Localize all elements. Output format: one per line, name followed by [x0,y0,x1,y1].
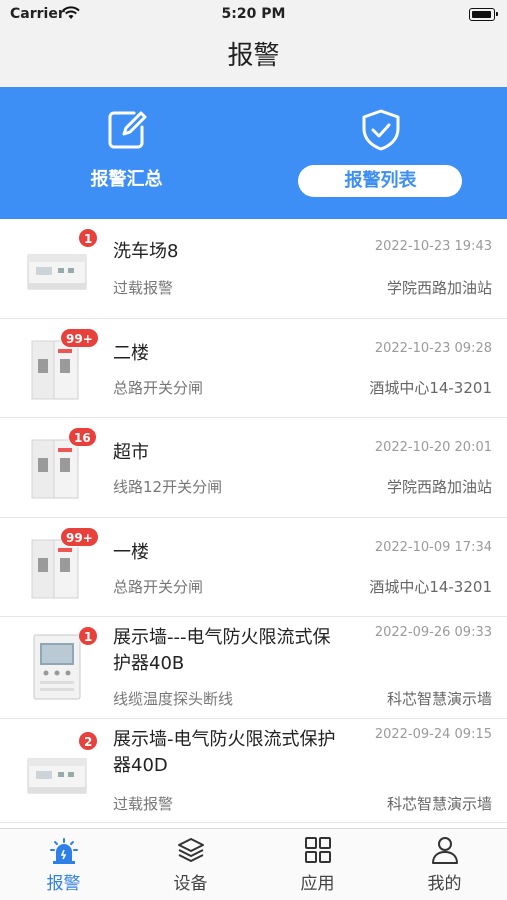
electric-meter-icon [27,758,87,794]
tab-profile-label: 我的 [427,874,462,894]
alarm-time: 2022-10-20 20:01 [374,440,492,455]
alarm-count-badge: 16 [68,427,97,447]
alarm-time: 2022-09-24 09:15 [374,727,492,742]
page-title: 报警 [227,41,280,71]
tab-device[interactable]: 设备 [127,829,254,900]
alarm-row[interactable]: 2 展示墙-电气防火限流式保护器40D 2022-09-24 09:15 过载报… [0,719,507,823]
grid-icon [304,837,331,863]
alarm-time: 2022-10-09 17:34 [374,540,492,555]
alarm-type: 总路开关分闸 [113,578,204,596]
alarm-device-name: 超市 [113,442,149,463]
alarm-type: 线路12开关分闸 [113,478,223,496]
alarm-device-name: 二楼 [113,343,149,364]
alarm-location: 科芯智慧演示墙 [386,690,492,708]
alarm-count-badge: 2 [78,731,99,751]
nav-bar: 报警 [0,30,507,87]
alarm-location: 酒城中心14-3201 [369,379,492,397]
alarm-time: 2022-10-23 09:28 [374,341,492,356]
tab-alarm-label: 报警 [46,874,81,894]
tab-apps[interactable]: 应用 [254,829,381,900]
alarm-row[interactable]: 1 洗车场8 2022-10-23 19:43 过载报警 学院西路加油站 [0,219,507,319]
alarm-header: 报警汇总 报警列表 [0,87,507,219]
tab-apps-label: 应用 [300,874,335,894]
alarm-device-name: 展示墙---电气防火限流式保护器40B [113,627,331,674]
tab-profile[interactable]: 我的 [381,829,507,900]
tab-alarm-list[interactable]: 报警列表 [254,87,507,219]
tab-alarm[interactable]: 报警 [0,829,127,900]
tab-device-label: 设备 [173,874,208,894]
alarm-count-badge: 1 [78,626,99,646]
bottom-tab-bar: 报警 设备 应用 我的 [0,828,507,900]
alarm-type: 总路开关分闸 [113,379,204,397]
alarm-location: 科芯智慧演示墙 [386,795,492,813]
alarm-location: 学院西路加油站 [386,478,492,496]
alarm-location: 学院西路加油站 [386,279,492,297]
person-icon [431,837,458,864]
alarm-light-icon [49,838,78,864]
clock: 5:20 PM [221,6,286,22]
electric-meter-icon [27,254,87,290]
alarm-device-name: 一楼 [113,542,149,563]
alarm-type: 过载报警 [113,795,174,813]
shield-check-icon [362,109,399,151]
alarm-row[interactable]: 16 超市 2022-10-20 20:01 线路12开关分闸 学院西路加油站 [0,418,507,518]
alarm-count-badge: 1 [78,228,99,248]
alarm-device-name: 展示墙-电气防火限流式保护器40D [113,729,336,776]
alarm-count-badge: 99+ [60,527,99,547]
alarm-row[interactable]: 1 展示墙---电气防火限流式保护器40B 2022-09-26 09:33 线… [0,617,507,719]
alarm-row[interactable]: 99+ 二楼 2022-10-23 09:28 总路开关分闸 酒城中心14-32… [0,319,507,418]
edit-icon [108,111,146,149]
tab-alarm-summary-label: 报警汇总 [90,169,163,190]
alarm-type: 线缆温度探头断线 [113,690,234,708]
alarm-list[interactable]: 1 洗车场8 2022-10-23 19:43 过载报警 学院西路加油站 99+… [0,219,507,828]
status-bar: Carrier 5:20 PM [0,0,507,30]
alarm-type: 过载报警 [113,279,174,297]
alarm-time: 2022-10-23 19:43 [374,239,492,254]
alarm-location: 酒城中心14-3201 [369,578,492,596]
layers-icon [177,838,204,862]
battery-icon [469,8,498,21]
alarm-device-name: 洗车场8 [113,241,179,262]
alarm-count-badge: 99+ [60,328,99,348]
tab-alarm-list-label: 报警列表 [344,170,417,191]
alarm-time: 2022-09-26 09:33 [374,625,492,640]
tab-alarm-summary[interactable]: 报警汇总 [0,87,253,219]
alarm-row[interactable]: 99+ 一楼 2022-10-09 17:34 总路开关分闸 酒城中心14-32… [0,518,507,617]
